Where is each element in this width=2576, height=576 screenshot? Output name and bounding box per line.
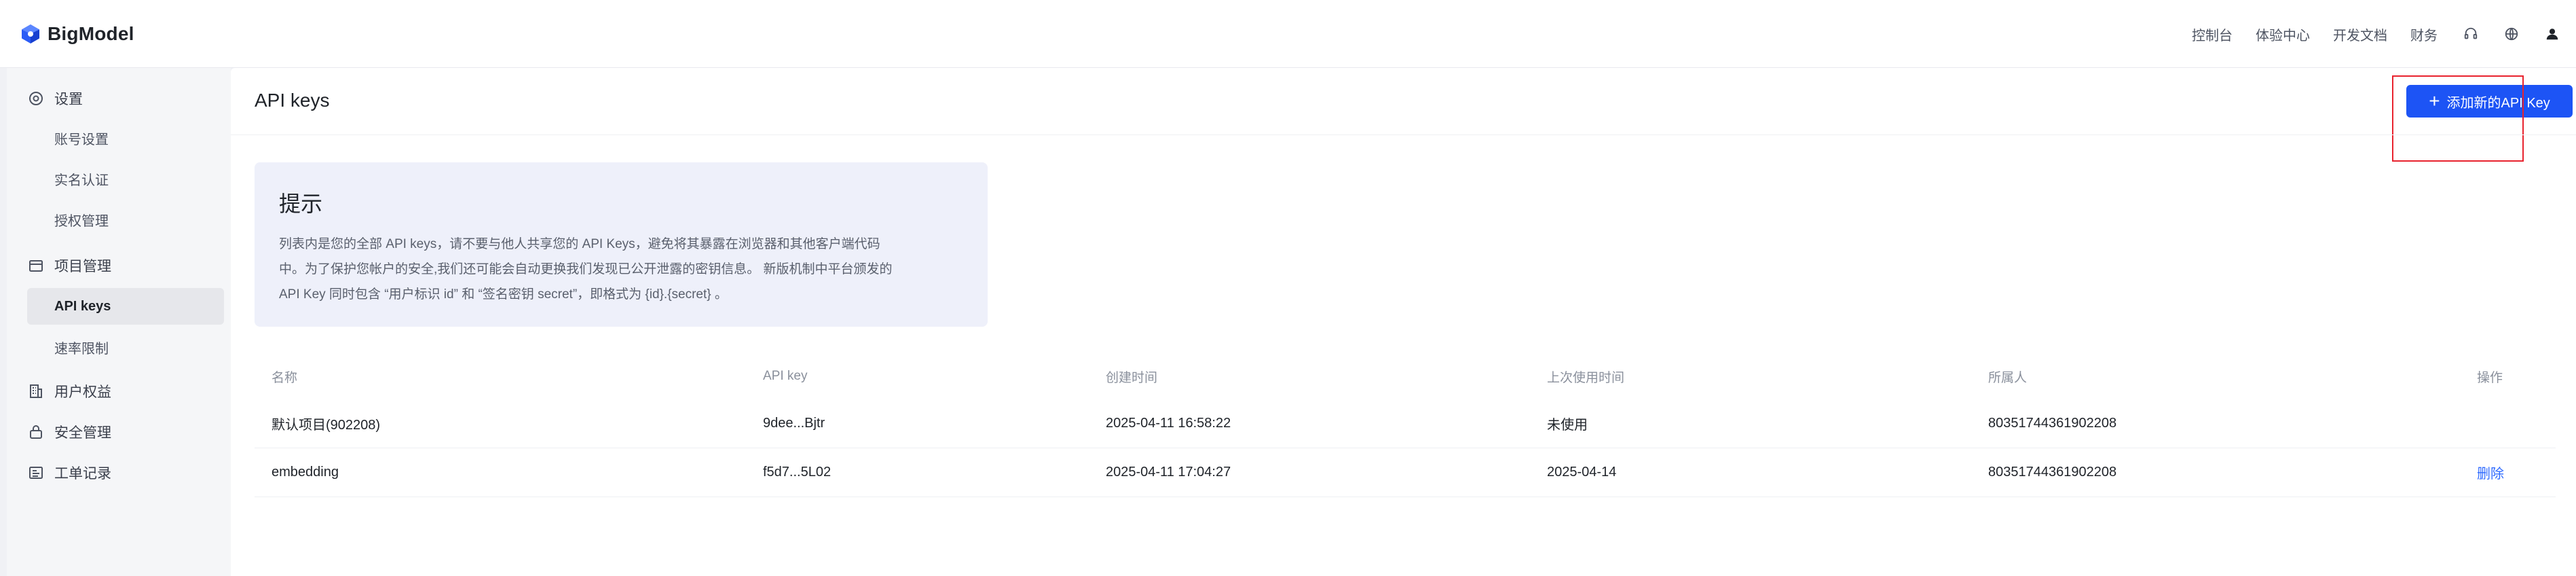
sidebar-group-label: 设置 [54, 92, 83, 107]
cell-name: embedding [272, 465, 339, 480]
sidebar-item-label: API keys [54, 298, 111, 314]
api-keys-table: 名称 API key 创建时间 上次使用时间 所属人 操作 默认项目(90220… [255, 353, 2556, 497]
brand-logo[interactable]: BigModel [20, 20, 134, 48]
tip-panel: 提示 列表内是您的全部 API keys，请不要与他人共享您的 API Keys… [255, 162, 988, 327]
nav-playground[interactable]: 体验中心 [2256, 24, 2310, 44]
sidebar-item-api-keys[interactable]: API keys [27, 288, 224, 325]
cell-api-key: f5d7...5L02 [763, 465, 832, 480]
cell-name: 默认项目(902208) [272, 418, 381, 433]
sidebar-group-tickets[interactable]: 工单记录 [7, 452, 231, 493]
sidebar-group-security[interactable]: 安全管理 [7, 412, 231, 452]
headset-icon[interactable] [2461, 24, 2481, 44]
folder-icon [27, 257, 45, 274]
sidebar-group-label: 安全管理 [54, 425, 111, 441]
building-icon [27, 382, 45, 400]
cell-created: 2025-04-11 17:04:27 [1106, 465, 1231, 480]
tip-title: 提示 [279, 192, 323, 216]
sidebar: 设置 账号设置 实名认证 授权管理 项目管理 API keys 速率限制 用户权… [7, 68, 231, 576]
tip-line: API Key 同时包含 “用户标识 id” 和 “签名密钥 secret”，即… [279, 287, 728, 302]
cell-last-used: 未使用 [1547, 418, 1588, 433]
tip-line: 中。为了保护您帐户的安全,我们还可能会自动更换我们发现已公开泄露的密钥信息。 新… [279, 262, 893, 276]
column-header-actions: 操作 [2477, 370, 2503, 385]
cell-last-used: 2025-04-14 [1547, 465, 1617, 480]
cell-owner: 80351744361902208 [1988, 416, 2117, 431]
column-header-created: 创建时间 [1106, 370, 1158, 385]
title-divider [231, 134, 2576, 135]
sidebar-item-account-settings[interactable]: 账号设置 [27, 120, 224, 156]
column-header-last-used: 上次使用时间 [1547, 370, 1625, 385]
sidebar-group-label: 项目管理 [54, 259, 111, 274]
ticket-icon [27, 464, 45, 482]
cell-api-key: 9dee...Bjtr [763, 416, 825, 431]
sidebar-item-authorization[interactable]: 授权管理 [27, 201, 224, 238]
sidebar-item-rate-limit[interactable]: 速率限制 [27, 329, 224, 365]
sidebar-group-projects[interactable]: 项目管理 [7, 245, 231, 286]
main-content: API keys + 添加新的API Key 提示 列表内是您的全部 API k… [231, 68, 2576, 576]
page-title: API keys [255, 90, 330, 111]
brand-name: BigModel [48, 23, 134, 44]
table-header-row: 名称 API key 创建时间 上次使用时间 所属人 操作 [255, 353, 2556, 399]
top-header: BigModel 控制台 体验中心 开发文档 财务 [0, 0, 2576, 68]
nav-finance[interactable]: 财务 [2410, 24, 2438, 44]
settings-icon [27, 90, 45, 107]
sidebar-item-label: 账号设置 [54, 132, 109, 147]
delete-link[interactable]: 删除 [2477, 463, 2504, 482]
sidebar-group-user-benefits[interactable]: 用户权益 [7, 371, 231, 412]
user-icon[interactable] [2542, 24, 2562, 44]
lock-icon [27, 423, 45, 441]
top-navigation: 控制台 体验中心 开发文档 财务 [2192, 19, 2562, 49]
table-row: embedding f5d7...5L02 2025-04-11 17:04:2… [255, 448, 2556, 497]
sidebar-item-real-name-auth[interactable]: 实名认证 [27, 160, 224, 197]
sidebar-group-label: 用户权益 [54, 384, 111, 400]
nav-docs[interactable]: 开发文档 [2333, 24, 2387, 44]
bigmodel-logo-icon [22, 24, 39, 43]
column-header-owner: 所属人 [1988, 370, 2028, 385]
column-header-api-key: API key [763, 369, 808, 383]
tip-line: 列表内是您的全部 API keys，请不要与他人共享您的 API Keys，避免… [279, 237, 880, 251]
add-api-key-label: 添加新的API Key [2446, 95, 2550, 111]
globe-icon[interactable] [2501, 24, 2522, 44]
cell-created: 2025-04-11 16:58:22 [1106, 416, 1231, 431]
sidebar-group-settings[interactable]: 设置 [7, 78, 231, 119]
cell-owner: 80351744361902208 [1988, 465, 2117, 480]
sidebar-item-label: 实名认证 [54, 173, 109, 188]
column-header-name: 名称 [272, 370, 298, 385]
table-row: 默认项目(902208) 9dee...Bjtr 2025-04-11 16:5… [255, 399, 2556, 448]
sidebar-item-label: 授权管理 [54, 213, 109, 229]
add-api-key-button[interactable]: + 添加新的API Key [2406, 85, 2573, 118]
sidebar-group-label: 工单记录 [54, 466, 111, 482]
sidebar-item-label: 速率限制 [54, 341, 109, 357]
cell-actions: 删除 [2477, 448, 2504, 497]
nav-console[interactable]: 控制台 [2192, 24, 2233, 44]
plus-icon: + [2429, 90, 2440, 111]
